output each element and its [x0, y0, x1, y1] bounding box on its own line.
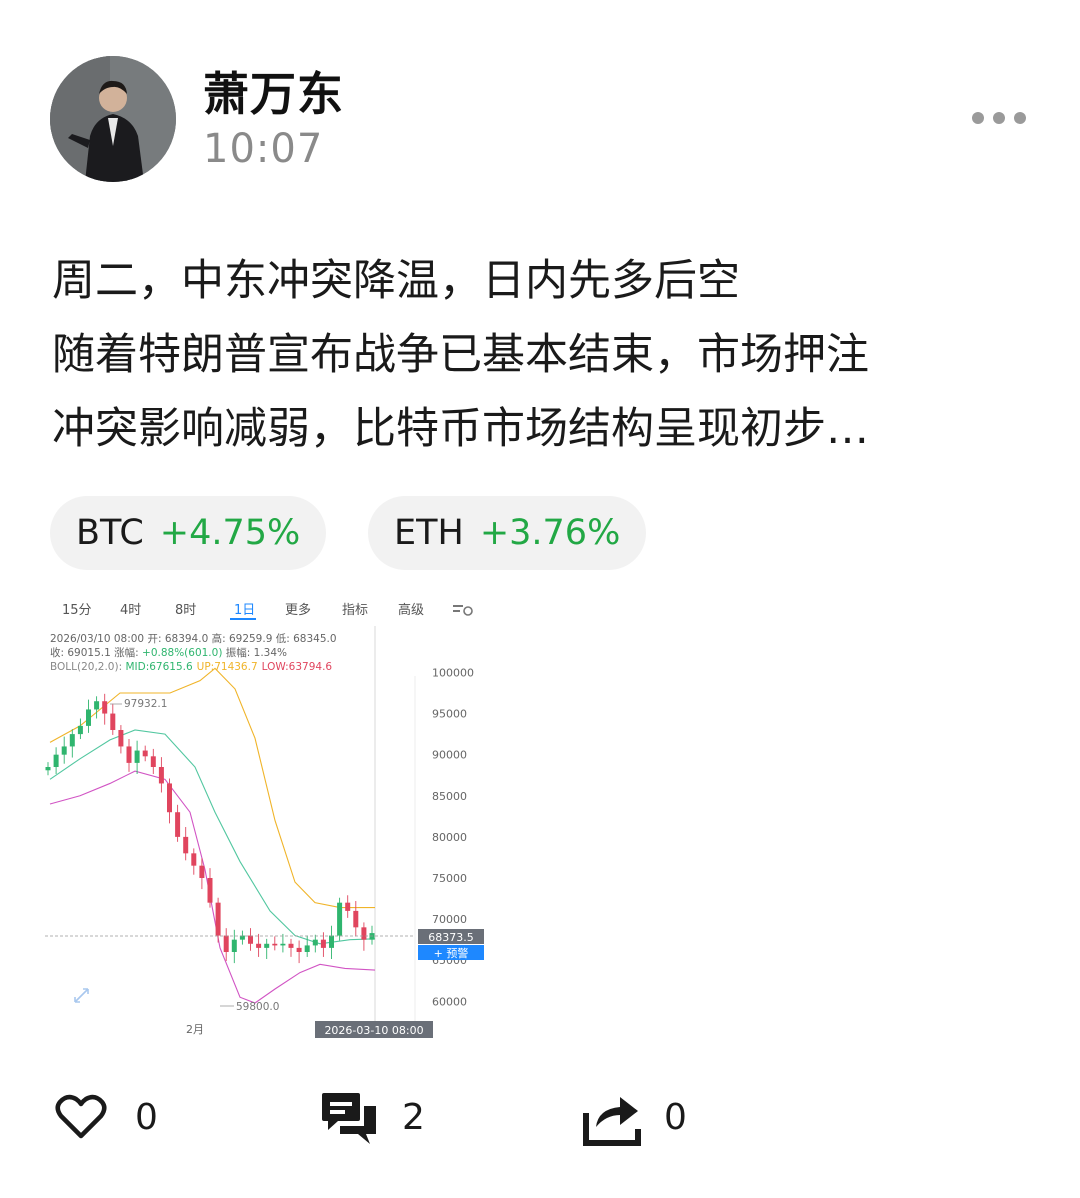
ohlc-info: 2026/03/10 08:00 开: 68394.0 高: 69259.9 低… [50, 632, 337, 645]
candle-body [158, 767, 164, 784]
candle-body [353, 910, 359, 928]
candle-body [280, 943, 286, 946]
active-tab-indicator [230, 618, 256, 620]
share-count: 0 [664, 1096, 687, 1138]
candle-body [134, 750, 140, 763]
post-line: 冲突影响减弱，比特币市场结构呈现初步… [52, 404, 869, 454]
ticker-change: +4.75% [159, 513, 301, 553]
price-tag-label: 68373.5 [428, 931, 474, 944]
candle-body [231, 939, 237, 952]
candle-body [77, 725, 83, 735]
post-body[interactable]: 周二，中东冲突降温，日内先多后空 随着特朗普宣布战争已基本结束，市场押注 冲突影… [52, 244, 1012, 466]
candle-body [199, 865, 205, 878]
chart-tab[interactable]: 更多 [285, 602, 311, 618]
like-button[interactable]: 0 [55, 1084, 158, 1150]
candle-body [223, 935, 229, 952]
y-tick-label: 85000 [432, 790, 467, 803]
candle-body [272, 943, 278, 946]
chart-tab[interactable]: 15分 [62, 603, 92, 618]
candle-body [288, 943, 294, 948]
more-options-button[interactable] [964, 104, 1034, 132]
heart-icon [55, 1094, 107, 1139]
candle-body [118, 730, 124, 747]
candle-body [183, 836, 189, 854]
low-marker-label: 59800.0 [236, 1001, 279, 1013]
chart-tab[interactable]: 指标 [342, 603, 368, 618]
y-tick-label: 80000 [432, 831, 467, 844]
comment-button[interactable]: 2 [320, 1084, 425, 1150]
candle-body [150, 756, 156, 767]
x-axis-month: 2月 [186, 1023, 204, 1036]
candle-body [167, 783, 172, 813]
chart-settings-icon[interactable] [453, 605, 473, 616]
expand-icon[interactable] [74, 988, 89, 1003]
post-line: 周二，中东冲突降温，日内先多后空 [52, 256, 740, 306]
candle-body [215, 902, 221, 936]
change-info: 收: 69015.1 涨幅: +0.88%(601.0) 振幅: 1.34% [50, 646, 287, 659]
high-marker-label: 97932.1 [124, 698, 167, 710]
author-name[interactable]: 萧万东 [203, 58, 344, 124]
chart-tab-active[interactable]: 1日 [234, 603, 255, 618]
candle-body [337, 902, 343, 936]
candle-body [207, 878, 213, 903]
candle-body [296, 947, 302, 952]
candle-body [248, 935, 253, 944]
share-button[interactable]: 0 [582, 1084, 687, 1150]
share-icon [583, 1097, 641, 1146]
y-tick-label: 90000 [432, 749, 467, 762]
author-avatar[interactable] [50, 56, 176, 182]
candle-body [61, 746, 67, 755]
post-actions-bar: 0 2 0 [0, 1084, 1080, 1150]
chart-tab[interactable]: 8时 [175, 603, 196, 618]
y-tick-label: 60000 [432, 995, 467, 1008]
chart-tab[interactable]: 4时 [120, 603, 141, 618]
candle-body [86, 709, 91, 726]
y-tick-label: 70000 [432, 913, 467, 926]
candle-body [126, 746, 132, 763]
ticker-pill-btc[interactable]: BTC +4.75% [50, 496, 327, 570]
y-tick-label: 95000 [432, 708, 467, 721]
comment-count: 2 [402, 1096, 425, 1138]
like-count: 0 [135, 1096, 158, 1138]
comment-icon [322, 1093, 376, 1144]
candle-body [94, 701, 100, 710]
candle-body [102, 701, 108, 714]
avatar-image [50, 56, 176, 182]
post-line: 随着特朗普宣布战争已基本结束，市场押注 [52, 330, 869, 380]
candle-body [304, 945, 310, 952]
candle-body [175, 812, 181, 837]
alert-button-label: + 预警 [434, 946, 469, 960]
ticker-pill-eth[interactable]: ETH +3.76% [368, 496, 647, 570]
boll-info: BOLL(20,2.0): MID:67615.6 UP:71436.7 LOW:6… [50, 661, 332, 673]
candle-body [69, 734, 75, 747]
candle-body [361, 927, 367, 940]
crosshair-date-label: 2026-03-10 08:00 [324, 1024, 423, 1037]
y-tick-label: 100000 [432, 666, 474, 679]
candle-body [110, 713, 116, 730]
candle-body [191, 853, 197, 866]
y-tick-label: 75000 [432, 872, 467, 885]
candle-body [345, 902, 351, 911]
candle-body [312, 939, 318, 946]
candle-body [53, 754, 59, 767]
candle-body [264, 943, 270, 948]
candle-body [329, 935, 334, 948]
ticker-symbol: BTC [76, 513, 144, 553]
post-time: 10:07 [203, 126, 324, 172]
candle-body [142, 750, 148, 757]
candle-body [320, 939, 326, 948]
chart-image[interactable]: 15分 4时 8时 1日 更多 指标 高级 2026/03/10 08:00 开… [40, 596, 500, 1042]
more-dots-icon [972, 112, 984, 124]
ticker-change: +3.76% [479, 513, 621, 553]
chart-tab[interactable]: 高级 [398, 602, 424, 618]
ticker-symbol: ETH [394, 513, 464, 553]
candle-body [45, 767, 51, 771]
candle-body [256, 943, 262, 948]
